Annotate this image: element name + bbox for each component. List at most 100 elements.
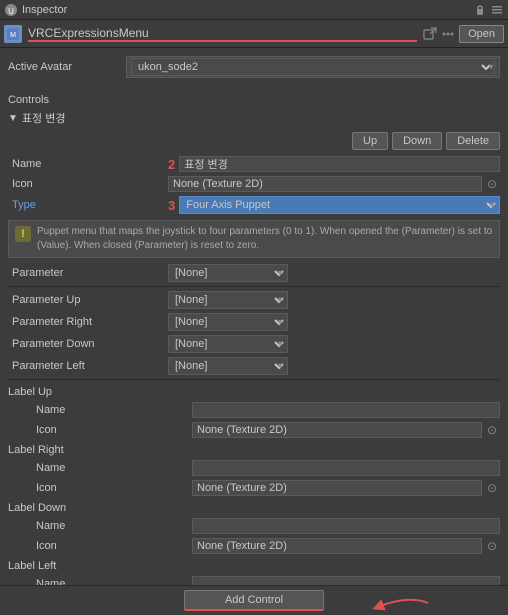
label-right-icon-label: Icon — [32, 482, 192, 494]
bottom-bar: Add Control — [0, 585, 508, 615]
lock-icon[interactable] — [473, 3, 487, 17]
svg-text:M: M — [10, 32, 16, 39]
label-up-icon-value: ⊙ — [192, 422, 500, 438]
type-field-row: Type 3 Four Axis Puppet Toggle Button Su… — [8, 194, 500, 216]
open-external-icon[interactable] — [423, 27, 437, 41]
label-down-name-input[interactable] — [192, 518, 500, 534]
type-select[interactable]: Four Axis Puppet Toggle Button Sub Menu … — [179, 196, 500, 214]
parameter-left-select-wrapper[interactable]: [None] — [168, 357, 288, 375]
icon-input[interactable] — [168, 176, 482, 192]
icon-field-label: Icon — [8, 178, 168, 190]
icon-circle-button[interactable]: ⊙ — [484, 176, 500, 192]
parameter-right-row: Parameter Right [None] — [8, 311, 500, 333]
label-down-icon-input[interactable] — [192, 538, 482, 554]
down-button[interactable]: Down — [392, 132, 442, 150]
active-avatar-select[interactable]: ukon_sode2 — [131, 58, 495, 76]
section-title: 표정 변경 — [22, 110, 66, 126]
inspector-options-icon[interactable] — [441, 27, 455, 41]
label-right-section-title: Label Right — [8, 440, 500, 458]
label-left-section-title: Label Left — [8, 556, 500, 574]
up-button[interactable]: Up — [352, 132, 388, 150]
parameter-left-row: Parameter Left [None] — [8, 355, 500, 377]
label-down-section-title: Label Down — [8, 498, 500, 516]
asset-bar: M VRCExpressionsMenu Open — [0, 20, 508, 48]
parameter-right-label: Parameter Right — [8, 316, 168, 328]
active-avatar-select-wrapper[interactable]: ukon_sode2 — [126, 56, 500, 78]
active-avatar-section: Active Avatar ukon_sode2 — [0, 48, 508, 86]
label-down-name-label: Name — [32, 520, 192, 532]
parameter-left-select[interactable]: [None] — [168, 357, 288, 375]
label-right-icon-row: Icon ⊙ — [8, 478, 500, 498]
label-right-icon-value: ⊙ — [192, 480, 500, 496]
parameter-select-wrapper[interactable]: [None] — [168, 264, 288, 282]
arrow-annotation — [368, 593, 448, 613]
label-down-icon-row: Icon ⊙ — [8, 536, 500, 556]
label-up-name-value — [192, 402, 500, 418]
scrollable-content: Controls ▼ 표정 변경 Up Down Delete Name 2 — [0, 86, 508, 615]
parameter-down-select-wrapper[interactable]: [None] — [168, 335, 288, 353]
name-input[interactable] — [179, 156, 500, 172]
label-up-icon-circle-button[interactable]: ⊙ — [484, 422, 500, 438]
controls-label: Controls — [8, 90, 500, 108]
label-down-name-value — [192, 518, 500, 534]
hamburger-menu-icon[interactable] — [490, 3, 504, 17]
title-bar: U Inspector — [0, 0, 508, 20]
svg-text:U: U — [8, 7, 14, 16]
parameter-field-row: Parameter [None] — [8, 262, 500, 284]
type-select-wrapper[interactable]: Four Axis Puppet Toggle Button Sub Menu … — [179, 196, 500, 214]
inspector-title: Inspector — [22, 4, 67, 16]
label-up-section-title: Label Up — [8, 382, 500, 400]
label-down-icon-label: Icon — [32, 540, 192, 552]
label-up-icon-input[interactable] — [192, 422, 482, 438]
label-right-name-value — [192, 460, 500, 476]
icon-field-value: ⊙ — [168, 176, 500, 192]
label-down-name-row: Name — [8, 516, 500, 536]
label-right-name-label: Name — [32, 462, 192, 474]
parameter-up-label: Parameter Up — [8, 294, 168, 306]
delete-button[interactable]: Delete — [446, 132, 500, 150]
action-buttons: Up Down Delete — [8, 128, 500, 154]
label-right-name-input[interactable] — [192, 460, 500, 476]
asset-icon: M — [4, 25, 22, 43]
label-up-icon-row: Icon ⊙ — [8, 420, 500, 440]
active-avatar-row: Active Avatar ukon_sode2 — [8, 52, 500, 82]
label-up-name-row: Name — [8, 400, 500, 420]
label-down-icon-value: ⊙ — [192, 538, 500, 554]
info-text: Puppet menu that maps the joystick to fo… — [37, 225, 493, 253]
open-button[interactable]: Open — [459, 25, 504, 43]
name-field-value — [179, 156, 500, 172]
parameter-down-row: Parameter Down [None] — [8, 333, 500, 355]
parameter-select[interactable]: [None] — [168, 264, 288, 282]
label-up-name-input[interactable] — [192, 402, 500, 418]
label-right-icon-circle-button[interactable]: ⊙ — [484, 480, 500, 496]
info-icon: ! — [15, 226, 31, 242]
parameter-up-select-wrapper[interactable]: [None] — [168, 291, 288, 309]
label-right-icon-input[interactable] — [192, 480, 482, 496]
active-avatar-label: Active Avatar — [8, 61, 118, 73]
label-right-name-row: Name — [8, 458, 500, 478]
label-up-icon-label: Icon — [32, 424, 192, 436]
name-field-row: Name 2 — [8, 154, 500, 174]
parameter-left-label: Parameter Left — [8, 360, 168, 372]
icon-field-row: Icon ⊙ — [8, 174, 500, 194]
add-control-button[interactable]: Add Control — [184, 590, 324, 611]
label-up-name-label: Name — [32, 404, 192, 416]
type-field-label: Type — [8, 199, 168, 211]
parameter-right-select[interactable]: [None] — [168, 313, 288, 331]
collapse-triangle[interactable]: ▼ — [8, 113, 18, 124]
label-down-icon-circle-button[interactable]: ⊙ — [484, 538, 500, 554]
parameter-up-select[interactable]: [None] — [168, 291, 288, 309]
divider-2 — [8, 379, 500, 380]
type-badge: 3 — [168, 198, 175, 213]
parameter-down-label: Parameter Down — [8, 338, 168, 350]
parameter-up-row: Parameter Up [None] — [8, 289, 500, 311]
title-bar-icons — [473, 3, 504, 17]
unity-logo-icon: U — [4, 3, 18, 17]
info-box: ! Puppet menu that maps the joystick to … — [8, 220, 500, 258]
parameter-down-select[interactable]: [None] — [168, 335, 288, 353]
section-header: ▼ 표정 변경 — [8, 108, 500, 128]
parameter-right-select-wrapper[interactable]: [None] — [168, 313, 288, 331]
asset-name: VRCExpressionsMenu — [28, 26, 417, 42]
name-field-label: Name — [8, 158, 168, 170]
parameter-field-label: Parameter — [8, 267, 168, 279]
